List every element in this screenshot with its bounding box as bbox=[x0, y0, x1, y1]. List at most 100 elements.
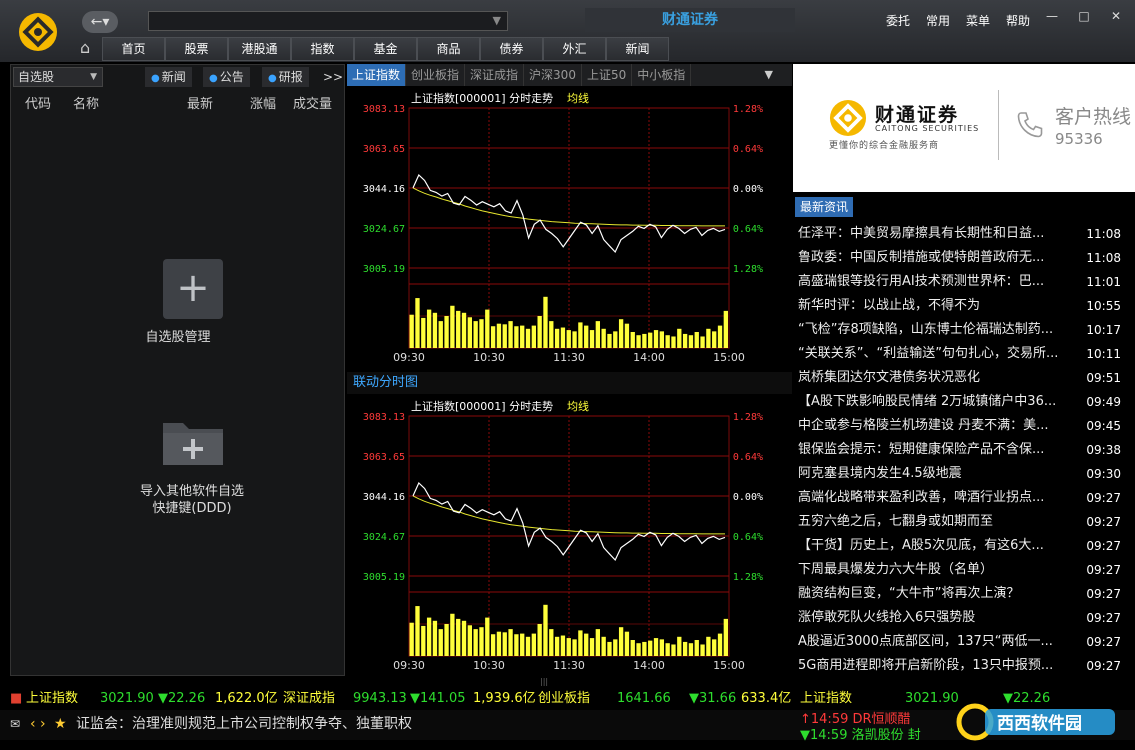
mail-icon[interactable]: ✉ bbox=[10, 710, 20, 738]
volume-bar bbox=[607, 641, 612, 656]
tab-csi300[interactable]: 沪深300 bbox=[524, 64, 582, 86]
y-pct-label: 1.28% bbox=[733, 264, 763, 275]
more-button[interactable]: >> bbox=[317, 67, 349, 87]
news-item[interactable]: A股逼近3000点底部区间，137只“两低一... 09:27 bbox=[793, 630, 1135, 654]
tab-sse50[interactable]: 上证50 bbox=[582, 64, 633, 86]
maximize-button[interactable]: □ bbox=[1069, 6, 1099, 26]
news-item[interactable]: 阿克塞县境内发生4.5级地震 09:30 bbox=[793, 462, 1135, 486]
volume-bar bbox=[444, 316, 449, 348]
menu-help[interactable]: 帮助 bbox=[998, 12, 1038, 29]
news-item[interactable]: 【A股下跌影响股民情绪 2万城镇储户中36... 09:49 bbox=[793, 390, 1135, 414]
sz-index-name[interactable]: 深证成指 bbox=[283, 688, 335, 710]
col-code[interactable]: 代码 bbox=[25, 93, 51, 112]
tab-sz-component[interactable]: 深证成指 bbox=[465, 64, 525, 86]
sh-index-change: ▼22.26 bbox=[158, 691, 206, 706]
chevron-down-icon: ▼ bbox=[90, 72, 97, 82]
volume-bar bbox=[589, 330, 595, 348]
news-item[interactable]: 岚桥集团达尔文港债务状况恶化 09:51 bbox=[793, 366, 1135, 390]
col-last[interactable]: 最新 bbox=[187, 93, 213, 112]
volume-bar bbox=[496, 323, 502, 348]
tab-home[interactable]: 首页 bbox=[102, 37, 165, 61]
news-item[interactable]: 中企或参与格陵兰机场建设 丹麦不满：美... 09:45 bbox=[793, 414, 1135, 438]
news-item[interactable]: 下周最具爆发力六大牛股（名单） 09:27 bbox=[793, 558, 1135, 582]
volume-bar bbox=[415, 298, 420, 348]
volume-bar bbox=[630, 332, 635, 348]
menu-menu[interactable]: 菜单 bbox=[958, 12, 998, 29]
news-item[interactable]: 鲁政委：中国反制措施或使特朗普政府无... 11:08 bbox=[793, 246, 1135, 270]
import-label-line2: 快捷键(DDD) bbox=[152, 501, 232, 516]
home-icon[interactable]: ⌂ bbox=[80, 38, 102, 58]
alert-down[interactable]: ▼14:59 洛凯股份 封 bbox=[800, 722, 921, 750]
news-item[interactable]: 任泽平：中美贸易摩擦具有长期性和日益... 11:08 bbox=[793, 222, 1135, 246]
x-tick-label: 15:00 bbox=[713, 659, 745, 672]
tab-stocks[interactable]: 股票 bbox=[165, 37, 228, 61]
menu-order[interactable]: 委托 bbox=[878, 12, 918, 29]
watchlist-dropdown[interactable]: 自选股 ▼ bbox=[13, 67, 103, 87]
news-item[interactable]: 高端化战略带来盈利改善，啤酒行业拐点... 09:27 bbox=[793, 486, 1135, 510]
tab-hk-connect[interactable]: 港股通 bbox=[228, 37, 291, 61]
tab-forex[interactable]: 外汇 bbox=[543, 37, 606, 61]
tab-fund[interactable]: 基金 bbox=[354, 37, 417, 61]
news-title: 高盛瑞银等投行用AI技术预测世界杯：巴... bbox=[798, 274, 1045, 289]
volume-bar bbox=[630, 640, 635, 656]
import-label-line1: 导入其他软件自选 bbox=[139, 484, 244, 499]
tab-chinext-index[interactable]: 创业板指 bbox=[406, 64, 466, 86]
address-combo[interactable]: ▼ bbox=[148, 11, 508, 31]
news-time: 09:27 bbox=[1086, 635, 1121, 649]
news-item[interactable]: 银保监会提示：短期健康保险产品不含保... 09:38 bbox=[793, 438, 1135, 462]
tab-commodity[interactable]: 商品 bbox=[417, 37, 480, 61]
news-title: 银保监会提示：短期健康保险产品不含保... bbox=[798, 442, 1045, 457]
chevron-down-icon[interactable]: ▼ bbox=[760, 64, 778, 86]
ticker-prev-next-icon[interactable]: ‹ › bbox=[30, 710, 46, 738]
volume-bar bbox=[717, 633, 723, 656]
add-watchlist-button[interactable]: + bbox=[163, 259, 223, 319]
news-item[interactable]: “关联关系”、“利益输送”句句扎心，交易所... 10:11 bbox=[793, 342, 1135, 366]
sh-index-name[interactable]: 上证指数 bbox=[26, 688, 78, 710]
tab-sh-index[interactable]: 上证指数 bbox=[347, 64, 407, 86]
tab-news[interactable]: 新闻 bbox=[606, 37, 669, 61]
tab-index[interactable]: 指数 bbox=[291, 37, 354, 61]
news-button[interactable]: ● 新闻 bbox=[145, 67, 192, 87]
volume-bar bbox=[659, 331, 664, 348]
volume-bar bbox=[572, 331, 577, 348]
news-item[interactable]: 融资结构巨变，“大牛市”将再次上演？ 09:27 bbox=[793, 582, 1135, 606]
research-button[interactable]: ● 研报 bbox=[262, 67, 309, 87]
news-item[interactable]: 高盛瑞银等投行用AI技术预测世界杯：巴... 11:01 bbox=[793, 270, 1135, 294]
news-item[interactable]: 五穷六绝之后，七翻身或如期而至 09:27 bbox=[793, 510, 1135, 534]
news-item[interactable]: 【干货】历史上，A股5次见底，有这6大... 09:27 bbox=[793, 534, 1135, 558]
y-pct-label: 0.64% bbox=[733, 452, 763, 463]
ticker-headline[interactable]: 证监会：治理准则规范上市公司控制权争夺、独董职权 bbox=[76, 710, 412, 738]
y-pct-label: 0.00% bbox=[733, 492, 763, 503]
news-header-tab[interactable]: 最新资讯 bbox=[795, 197, 854, 217]
volume-bar bbox=[665, 643, 670, 656]
volume-bar bbox=[595, 321, 600, 348]
news-item[interactable]: 新华时评：以战止战，不得不为 10:55 bbox=[793, 294, 1135, 318]
close-button[interactable]: ✕ bbox=[1101, 6, 1131, 26]
col-volume[interactable]: 成交量 bbox=[293, 93, 332, 112]
col-change[interactable]: 涨幅 bbox=[250, 93, 276, 112]
back-arrow-button[interactable]: ←▾ bbox=[82, 11, 118, 33]
volume-bar bbox=[537, 316, 542, 348]
minimize-button[interactable]: — bbox=[1037, 6, 1067, 26]
cy-index-name[interactable]: 创业板指 bbox=[538, 688, 590, 710]
volume-bar bbox=[659, 639, 664, 656]
star-icon[interactable]: ★ bbox=[54, 710, 67, 738]
volume-bar bbox=[636, 643, 641, 656]
tab-bond[interactable]: 债券 bbox=[480, 37, 543, 61]
volume-bar bbox=[450, 305, 455, 348]
announcement-button[interactable]: ● 公告 bbox=[203, 67, 250, 87]
tab-sme-index[interactable]: 中小板指 bbox=[632, 64, 692, 86]
splitter-grip-icon[interactable]: ||| bbox=[540, 678, 556, 686]
news-item[interactable]: 涨停敢死队火线抢入6只强势股 09:27 bbox=[793, 606, 1135, 630]
intraday-chart-top[interactable]: 3083.13 3063.65 3044.16 3024.67 3005.19 1.28%… bbox=[347, 88, 792, 372]
news-title: A股逼近3000点底部区间，137只“两低一... bbox=[798, 634, 1053, 649]
import-folder-icon[interactable] bbox=[161, 415, 225, 467]
broker-banner[interactable]: 财通证券 CAITONG SECURITIES 更懂你的综合金融服务商 客户热线… bbox=[793, 64, 1135, 192]
intraday-chart-linked[interactable]: 3083.13 3063.65 3044.16 3024.67 3005.19 1.28%… bbox=[347, 396, 792, 676]
sz-index-change: ▼141.05 bbox=[410, 691, 466, 706]
news-item[interactable]: “飞检”存8项缺陷，山东博士伦福瑞达制药... 10:17 bbox=[793, 318, 1135, 342]
x-tick-label: 14:00 bbox=[633, 351, 665, 364]
news-item[interactable]: 5G商用进程即将开启新阶段，13只中报预... 09:27 bbox=[793, 654, 1135, 678]
col-name[interactable]: 名称 bbox=[73, 93, 99, 112]
menu-common[interactable]: 常用 bbox=[918, 12, 958, 29]
